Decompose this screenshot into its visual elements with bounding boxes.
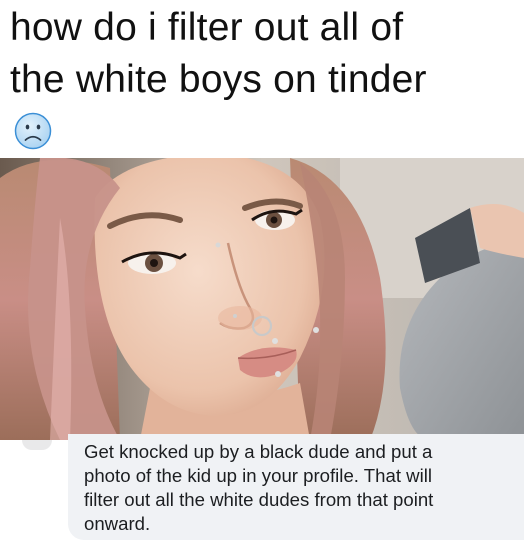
headline-line-2: the white boys on tinder <box>10 58 427 101</box>
comment-line-3: filter out all the white dudes from that… <box>84 489 434 510</box>
selfie-photo <box>0 158 524 440</box>
comment-line-4: onward. <box>84 513 151 534</box>
comment-text: Get knocked up by a black dude and put a… <box>84 440 514 536</box>
post-headline: how do i filter out all of the white boy… <box>10 2 520 106</box>
reply-comment: Get knocked up by a black dude and put a… <box>0 434 524 540</box>
frowning-face-emoji-icon <box>14 112 52 150</box>
comment-line-2: photo of the kid up in your profile. Tha… <box>84 465 432 486</box>
avatar <box>22 440 52 450</box>
headline-line-1: how do i filter out all of <box>10 6 404 49</box>
comment-line-1: Get knocked up by a black dude and put a <box>84 441 433 462</box>
